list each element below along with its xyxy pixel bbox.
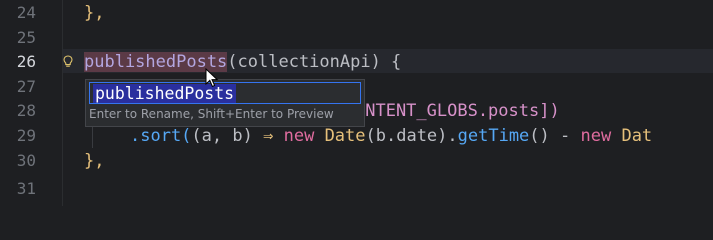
code-line-30: }, [84, 149, 104, 173]
code-token: getTime [457, 126, 530, 146]
line-number: 29 [16, 126, 36, 145]
code-token: (collectionApi) { [227, 52, 402, 72]
lightbulb-icon[interactable] [63, 55, 73, 67]
line-number: 25 [16, 28, 36, 47]
code-token: }, [84, 151, 105, 171]
rename-hint: Enter to Rename, Shift+Enter to Preview [89, 107, 334, 121]
code-token: }, [84, 3, 105, 23]
line-number: 24 [16, 3, 36, 22]
line-number: 31 [16, 179, 36, 198]
code-token: (b.date). [365, 126, 458, 146]
rename-input[interactable]: publishedPosts [89, 82, 361, 104]
code-line-29: .sort((a, b) ⇒ new Date(b.date).getTime(… [130, 124, 652, 148]
code-line-26: publishedPosts(collectionApi) { [84, 50, 401, 74]
code-token: new [283, 126, 315, 146]
code-line-24: }, [84, 1, 104, 25]
code-token: Dat [621, 126, 653, 146]
code-token: ⇒ [263, 126, 274, 146]
line-number: 28 [16, 101, 36, 120]
line-number: 27 [16, 77, 36, 96]
code-token: ONTENT_GLOBS.posts]) [355, 101, 560, 121]
code-token: Date [324, 126, 366, 146]
code-token: (a, b) [191, 126, 253, 146]
code-token: () - [529, 126, 581, 146]
code-token: new [580, 126, 612, 146]
code-token: .sort( [130, 126, 192, 146]
code-editor[interactable]: 24 25 26 27 28 29 30 31 }, publishedPost… [0, 0, 713, 206]
rename-popup: publishedPosts Enter to Rename, Shift+En… [85, 79, 365, 127]
gutter-divider [62, 0, 63, 206]
code-line-28: ONTENT_GLOBS.posts]) [355, 99, 560, 123]
line-number: 30 [16, 151, 36, 170]
mouse-pointer-icon [205, 67, 219, 88]
line-number-current: 26 [16, 52, 36, 71]
